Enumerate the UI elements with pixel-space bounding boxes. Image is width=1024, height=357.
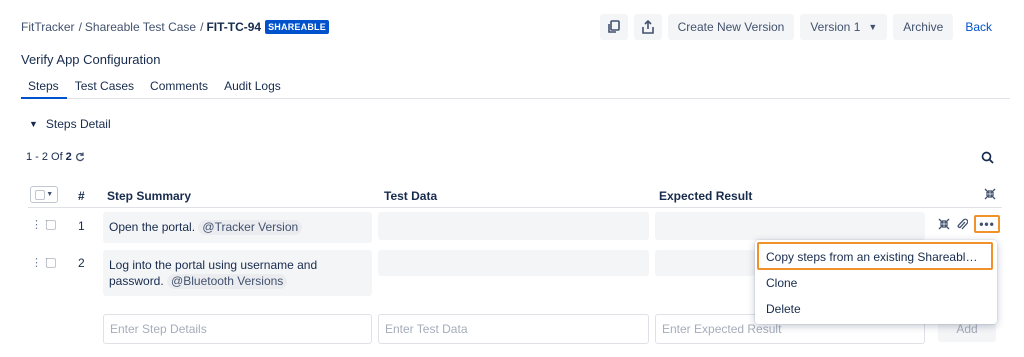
share-button[interactable]: [633, 14, 662, 40]
chevron-down-icon: ▼: [29, 119, 38, 129]
tab-test-cases[interactable]: Test Cases: [67, 76, 142, 99]
test-case-key: FIT-TC-94: [206, 20, 262, 34]
page-title: Verify App Configuration: [21, 52, 161, 67]
breadcrumb-project[interactable]: FitTracker: [21, 20, 75, 34]
tab-steps[interactable]: Steps: [21, 76, 67, 99]
breadcrumb-separator: /: [78, 20, 82, 34]
select-all-checkbox[interactable]: ▼: [30, 186, 58, 203]
test-data-input[interactable]: Enter Test Data: [378, 314, 649, 344]
version-select[interactable]: Version 1 ▼: [800, 14, 888, 40]
test-data-cell[interactable]: [378, 250, 649, 276]
breadcrumb-separator: /: [200, 20, 204, 34]
chevron-down-icon: ▼: [46, 191, 54, 198]
expected-result-cell[interactable]: [655, 212, 925, 240]
copy-icon: [607, 20, 620, 33]
column-header-expected-result: Expected Result: [659, 189, 753, 203]
back-button[interactable]: Back: [959, 14, 998, 40]
attachment-icon[interactable]: [956, 218, 968, 231]
column-header-test-data: Test Data: [384, 189, 438, 203]
step-summary-cell[interactable]: Open the portal. @Tracker Version: [103, 212, 372, 243]
step-summary-text: password.: [109, 274, 164, 288]
mention-tag[interactable]: @Bluetooth Versions: [167, 274, 288, 289]
section-label: Steps Detail: [45, 117, 111, 131]
more-actions-button[interactable]: •••: [974, 215, 1000, 233]
step-summary-cell[interactable]: Log into the portal using username and p…: [103, 250, 372, 296]
mention-tag[interactable]: @Tracker Version: [198, 220, 303, 235]
search-icon[interactable]: [981, 151, 994, 164]
breadcrumb: FitTracker / Shareable Test Case / FIT-T…: [21, 19, 329, 35]
collapse-icon[interactable]: [938, 218, 950, 230]
chevron-down-icon: ▼: [868, 22, 878, 32]
more-actions-menu: Copy steps from an existing Shareable T.…: [755, 240, 997, 324]
tab-comments[interactable]: Comments: [142, 76, 216, 99]
step-summary-text: Log into the portal using username and: [109, 258, 318, 272]
expected-result-cell[interactable]: [655, 250, 755, 276]
pagination: 1 - 2 Of 2: [26, 151, 85, 163]
column-header-number: #: [78, 189, 85, 203]
more-icon: •••: [979, 217, 995, 231]
table-row[interactable]: ⋮⋮ 1 Open the portal. @Tracker Version •…: [28, 212, 1002, 243]
archive-button[interactable]: Archive: [893, 14, 954, 40]
row-checkbox[interactable]: [46, 258, 56, 268]
steps-detail-toggle[interactable]: ▼ Steps Detail: [29, 117, 111, 131]
tab-bar: Steps Test Cases Comments Audit Logs: [21, 76, 1010, 99]
menu-item-clone[interactable]: Clone: [766, 276, 797, 290]
page-total: 2: [65, 151, 72, 163]
step-number: 1: [78, 219, 85, 233]
row-checkbox[interactable]: [46, 220, 56, 230]
column-header-step-summary: Step Summary: [107, 189, 192, 203]
refresh-icon[interactable]: [75, 152, 85, 162]
shareable-badge: SHAREABLE: [265, 20, 329, 34]
menu-item-copy-steps[interactable]: Copy steps from an existing Shareable T.…: [757, 242, 993, 270]
create-new-version-button[interactable]: Create New Version: [667, 14, 795, 40]
row-actions: •••: [938, 215, 1000, 233]
toolbar: Create New Version Version 1 ▼ Archive B…: [599, 14, 998, 40]
tab-audit-logs[interactable]: Audit Logs: [216, 76, 289, 99]
page-range: 1 - 2: [26, 151, 49, 163]
menu-item-delete[interactable]: Delete: [766, 302, 801, 316]
steps-table-header: ▼ # Step Summary Test Data Expected Resu…: [28, 182, 1002, 208]
step-details-input[interactable]: Enter Step Details: [103, 314, 372, 344]
step-number: 2: [78, 256, 85, 270]
version-label: Version 1: [810, 20, 861, 34]
copy-button[interactable]: [599, 14, 628, 40]
collapse-all-icon[interactable]: [984, 188, 996, 200]
checkbox: [34, 189, 45, 200]
test-data-cell[interactable]: [378, 212, 649, 240]
breadcrumb-folder[interactable]: Shareable Test Case: [85, 20, 196, 34]
page-of: Of: [51, 151, 63, 163]
share-icon: [641, 20, 654, 34]
step-summary-text: Open the portal.: [109, 220, 196, 234]
